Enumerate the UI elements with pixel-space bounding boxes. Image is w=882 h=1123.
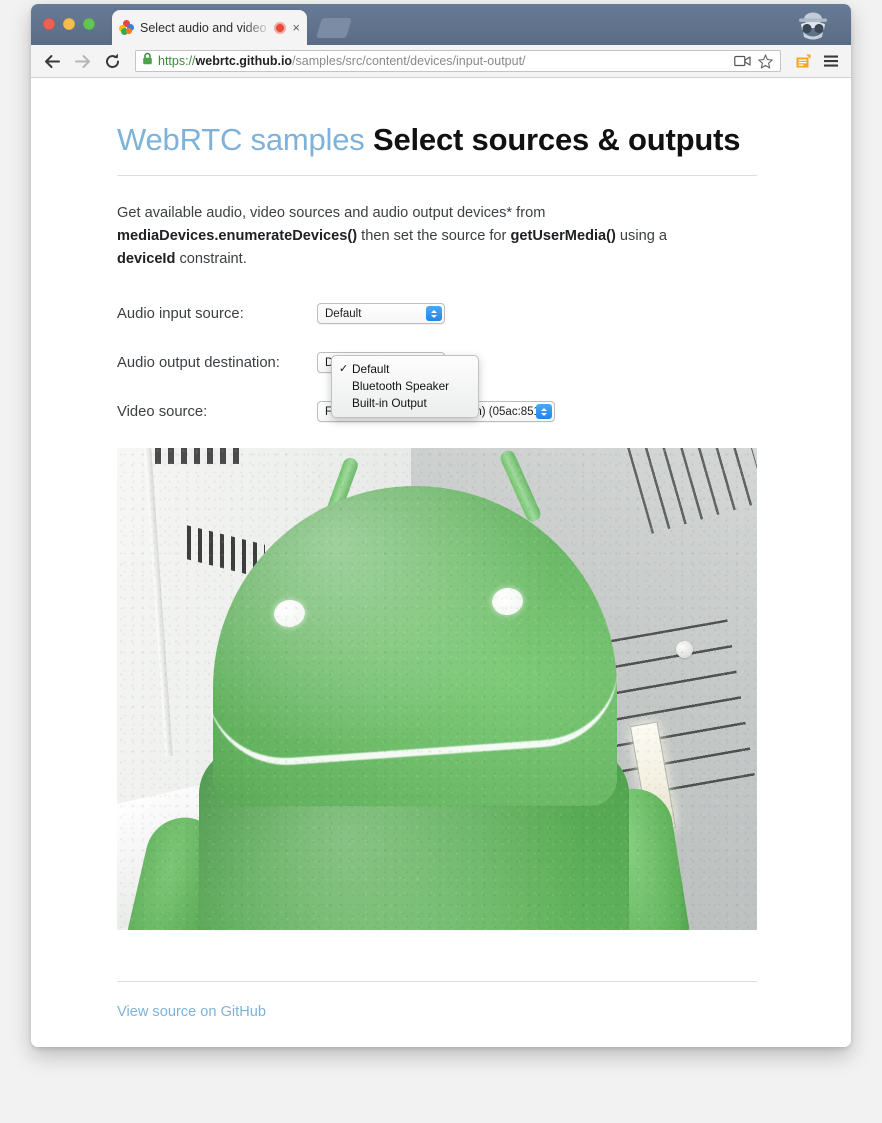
chevron-updown-icon[interactable]	[536, 404, 552, 420]
incognito-spy-icon	[791, 10, 835, 42]
dropdown-option-bluetooth-speaker[interactable]: Bluetooth Speaker	[332, 378, 478, 395]
browser-window: Select audio and video × https://webrtc.…	[31, 4, 851, 1047]
page-viewport: WebRTC samples Select sources & outputs …	[31, 78, 851, 1047]
new-tab-icon[interactable]	[316, 18, 352, 38]
record-dot-icon	[274, 21, 287, 34]
url-path: /samples/src/content/devices/input-outpu…	[292, 54, 526, 68]
page-title-brand: WebRTC samples	[117, 122, 365, 157]
webcam-scene	[117, 447, 757, 930]
page-title: WebRTC samples Select sources & outputs	[117, 122, 851, 158]
video-source-row: Video source: FaceTime HD Camera (Built-…	[117, 399, 851, 425]
intro-bold2: getUserMedia()	[510, 227, 616, 244]
audio-input-row: Audio input source: Default	[117, 301, 851, 327]
intro-bold3: deviceId	[117, 250, 176, 267]
view-source-link[interactable]: View source on GitHub	[117, 1004, 266, 1020]
device-selection-form: Audio input source: Default Audio output…	[117, 301, 851, 425]
page-content: WebRTC samples Select sources & outputs …	[31, 78, 851, 1021]
video-preview[interactable]	[117, 447, 757, 930]
webrtc-logo-icon	[119, 20, 134, 35]
url-scheme: https://	[158, 54, 196, 68]
audio-input-select[interactable]: Default	[317, 303, 445, 325]
audio-output-dropdown-menu[interactable]: ✓ Default Bluetooth Speaker Built-in Out…	[331, 354, 479, 418]
browser-toolbar: https://webrtc.github.io/samples/src/con…	[31, 45, 851, 78]
tab-title: Select audio and video	[140, 20, 267, 35]
checkmark-icon: ✓	[339, 362, 349, 375]
dropdown-option-default[interactable]: ✓ Default	[332, 361, 478, 378]
dropdown-option-built-in-output[interactable]: Built-in Output	[332, 395, 478, 412]
omnibox-icons	[733, 52, 774, 70]
intro-part1: Get available audio, video sources and a…	[117, 204, 546, 221]
url-host: webrtc.github.io	[195, 54, 293, 68]
dropdown-option-label: Default	[352, 362, 390, 377]
back-arrow-icon[interactable]	[42, 51, 62, 71]
audio-output-label: Audio output destination:	[117, 354, 280, 371]
intro-part4: constraint.	[175, 250, 247, 267]
forward-arrow-icon	[72, 51, 92, 71]
camera-icon[interactable]	[733, 52, 751, 70]
reload-icon[interactable]	[102, 51, 122, 71]
audio-output-row: Audio output destination: Default	[117, 350, 851, 376]
dropdown-option-label: Bluetooth Speaker	[352, 379, 450, 394]
maximize-window-button[interactable]	[83, 18, 95, 30]
dropdown-option-label: Built-in Output	[352, 396, 427, 411]
audio-input-value: Default	[325, 307, 362, 320]
browser-tab[interactable]: Select audio and video ×	[112, 10, 307, 45]
intro-paragraph: Get available audio, video sources and a…	[117, 202, 717, 271]
page-title-sub: Select sources & outputs	[373, 122, 741, 157]
video-source-label: Video source:	[117, 403, 208, 420]
star-icon[interactable]	[756, 52, 774, 70]
url-text: https://webrtc.github.io/samples/src/con…	[158, 54, 728, 68]
browser-titlebar: Select audio and video ×	[31, 4, 851, 45]
audio-input-label: Audio input source:	[117, 305, 244, 322]
android-plush-mascot	[117, 448, 757, 930]
window-controls	[43, 18, 95, 30]
close-window-button[interactable]	[43, 18, 55, 30]
intro-part2: then set the source for	[357, 227, 511, 244]
title-divider	[117, 174, 757, 176]
intro-part3: using a	[615, 227, 667, 244]
footer-divider	[117, 980, 757, 982]
lock-icon	[142, 52, 153, 70]
address-bar[interactable]: https://webrtc.github.io/samples/src/con…	[135, 50, 781, 72]
intro-bold1: mediaDevices.enumerateDevices()	[117, 227, 358, 244]
hamburger-menu-icon[interactable]	[822, 52, 840, 70]
extension-icon[interactable]	[794, 52, 812, 70]
close-icon[interactable]: ×	[292, 21, 300, 34]
chevron-updown-icon[interactable]	[426, 306, 442, 322]
minimize-window-button[interactable]	[63, 18, 75, 30]
